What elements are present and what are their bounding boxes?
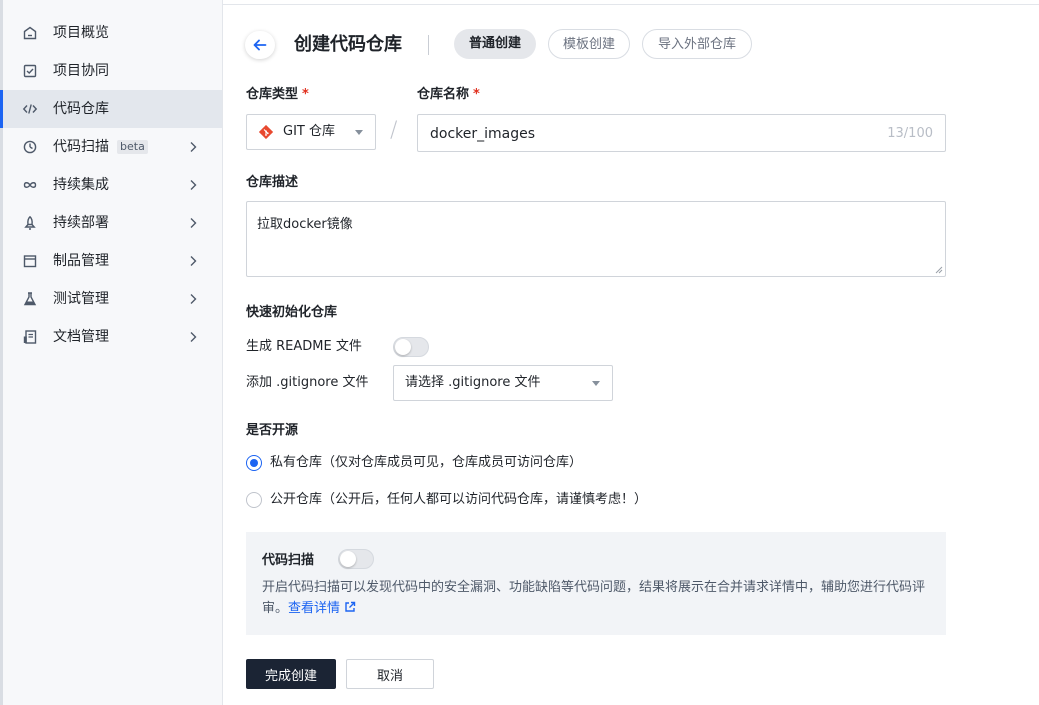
resize-handle-icon[interactable] xyxy=(935,266,943,274)
page-title: 创建代码仓库 xyxy=(294,34,402,55)
chevron-right-icon xyxy=(190,218,197,228)
sidebar-item-testing[interactable]: 测试管理 xyxy=(3,280,222,318)
sidebar-item-label: 项目协同 xyxy=(53,63,109,79)
sidebar-item-label: 文档管理 xyxy=(53,329,109,345)
arrow-left-icon xyxy=(253,39,267,51)
top-divider xyxy=(223,4,1039,5)
sidebar-item-overview[interactable]: 项目概览 xyxy=(3,14,222,52)
sidebar-item-label: 制品管理 xyxy=(53,253,109,269)
tab-template-create[interactable]: 模板创建 xyxy=(548,29,630,59)
caret-down-icon xyxy=(592,381,600,386)
git-icon xyxy=(259,125,273,139)
repo-type-select[interactable]: GIT 仓库 xyxy=(246,114,376,150)
home-icon xyxy=(23,26,37,40)
back-button[interactable] xyxy=(245,31,275,59)
repo-desc-textarea[interactable]: 拉取docker镜像 xyxy=(246,201,946,277)
repo-type-label: 仓库类型 * xyxy=(246,87,309,102)
code-scan-panel: 代码扫描 开启代码扫描可以发现代码中的安全漏洞、功能缺陷等代码问题，结果将展示在… xyxy=(246,532,946,635)
sidebar-item-label: 持续部署 xyxy=(53,215,109,231)
private-radio[interactable] xyxy=(246,455,262,471)
chevron-right-icon xyxy=(190,332,197,342)
repo-desc-label: 仓库描述 xyxy=(246,175,299,190)
readme-toggle[interactable] xyxy=(393,337,429,357)
required-mark: * xyxy=(473,87,480,102)
public-option-label[interactable]: 公开仓库（公开后，任何人都可以访问代码仓库，请谨慎考虑！） xyxy=(270,491,647,509)
public-radio[interactable] xyxy=(246,492,262,508)
flask-icon xyxy=(23,292,37,306)
gitignore-placeholder: 请选择 .gitignore 文件 xyxy=(405,375,541,390)
code-scan-description: 开启代码扫描可以发现代码中的安全漏洞、功能缺陷等代码问题，结果将展示在合并请求详… xyxy=(262,580,926,616)
separator-slash: / xyxy=(390,118,398,143)
readme-label: 生成 README 文件 xyxy=(246,339,362,354)
sidebar-item-label: 持续集成 xyxy=(53,177,109,193)
code-icon xyxy=(22,104,38,114)
toggle-knob xyxy=(395,339,411,355)
document-icon xyxy=(23,330,37,344)
sidebar-item-label: 项目概览 xyxy=(53,25,109,41)
box-icon xyxy=(23,255,37,268)
infinity-icon xyxy=(23,182,37,188)
chevron-right-icon xyxy=(190,294,197,304)
chevron-right-icon xyxy=(190,180,197,190)
sidebar-item-code-repo[interactable]: 代码仓库 xyxy=(0,90,222,128)
sidebar-item-code-scan[interactable]: 代码扫描 beta xyxy=(3,128,222,166)
char-count: 13/100 xyxy=(887,126,933,141)
task-icon xyxy=(23,64,37,78)
rocket-icon xyxy=(24,215,36,230)
repo-name-input[interactable]: docker_images 13/100 xyxy=(417,114,946,152)
sidebar-item-ci[interactable]: 持续集成 xyxy=(3,166,222,204)
gitignore-select[interactable]: 请选择 .gitignore 文件 xyxy=(393,365,613,401)
sidebar-item-label: 代码扫描 xyxy=(53,139,109,155)
code-scan-title: 代码扫描 xyxy=(262,553,315,568)
sidebar-item-docs[interactable]: 文档管理 xyxy=(3,318,222,356)
chevron-right-icon xyxy=(190,256,197,266)
sidebar-item-label: 代码仓库 xyxy=(53,101,109,117)
caret-down-icon xyxy=(355,130,363,135)
tab-import-repo[interactable]: 导入外部仓库 xyxy=(642,29,752,59)
required-mark: * xyxy=(302,87,309,102)
repo-desc-value: 拉取docker镜像 xyxy=(257,217,353,232)
code-scan-toggle[interactable] xyxy=(338,549,374,569)
quick-init-label: 快速初始化仓库 xyxy=(246,305,338,320)
private-option-label[interactable]: 私有仓库（仅对仓库成员可见，仓库成员可访问仓库） xyxy=(270,454,582,472)
submit-create-button[interactable]: 完成创建 xyxy=(246,659,336,689)
sidebar-item-cd[interactable]: 持续部署 xyxy=(3,204,222,242)
repo-name-label: 仓库名称 * xyxy=(417,87,480,102)
external-link-icon xyxy=(345,601,356,612)
toggle-knob xyxy=(340,551,356,567)
chevron-right-icon xyxy=(190,142,197,152)
sidebar-item-collaboration[interactable]: 项目协同 xyxy=(3,52,222,90)
gitignore-label: 添加 .gitignore 文件 xyxy=(246,375,369,390)
sidebar-item-artifacts[interactable]: 制品管理 xyxy=(3,242,222,280)
view-details-link[interactable]: 查看详情 xyxy=(288,601,356,616)
title-divider xyxy=(428,35,429,55)
open-source-label: 是否开源 xyxy=(246,423,299,438)
sidebar: 项目概览 项目协同 代码仓库 代码扫描 beta 持续集成 持续部署 制品管理 … xyxy=(0,0,223,705)
repo-type-value: GIT 仓库 xyxy=(283,124,335,139)
repo-name-value: docker_images xyxy=(430,126,536,142)
scan-icon xyxy=(23,140,37,154)
cancel-button[interactable]: 取消 xyxy=(346,659,434,689)
beta-badge: beta xyxy=(117,140,148,154)
tab-normal-create[interactable]: 普通创建 xyxy=(454,29,536,59)
sidebar-item-label: 测试管理 xyxy=(53,291,109,307)
